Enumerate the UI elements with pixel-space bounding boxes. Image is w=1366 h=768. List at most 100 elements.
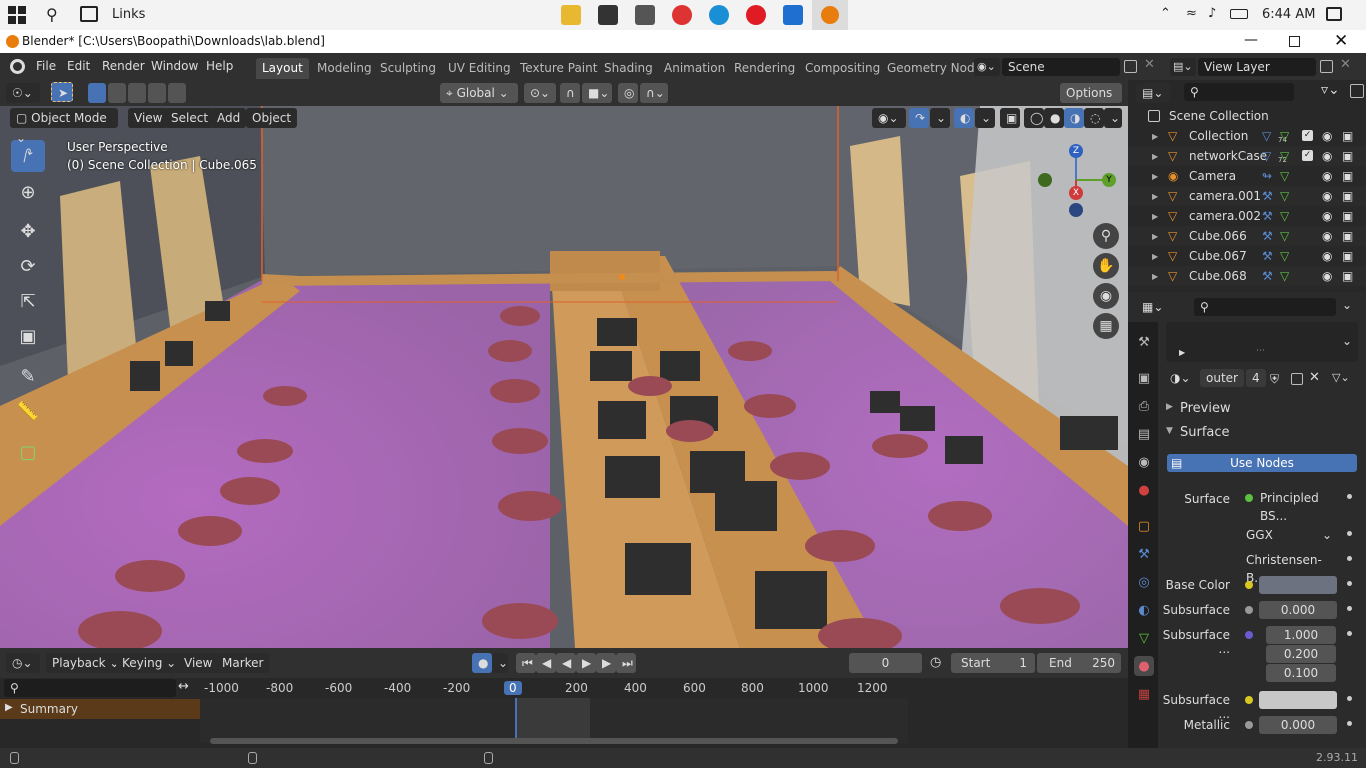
preview-range-icon[interactable]: ◷ [930,655,941,670]
wireframe-shading[interactable]: ◯ [1024,108,1044,128]
outliner-item[interactable]: ▶ ◉ Camera ↬ ▽ ◉ ▣ [1128,166,1366,186]
tab-uv-editing[interactable]: UV Editing [442,58,517,79]
subsurface-color-socket[interactable] [1245,696,1253,704]
expand-triangle-icon[interactable]: ▶ [1152,187,1158,207]
add-cube-tool[interactable]: ▢ [11,436,45,468]
camera-render-icon[interactable]: ▣ [1342,146,1353,166]
chevron-up-icon[interactable]: ⌃ [1160,6,1171,21]
expand-triangle-icon[interactable]: ▶ [1152,147,1158,167]
current-frame-field[interactable]: 0 [849,653,922,673]
volume-icon[interactable]: ♪ [1208,6,1216,21]
menu-select[interactable]: Select [165,108,215,128]
edge-icon[interactable] [709,5,729,25]
tab-rendering[interactable]: Rendering [728,58,801,79]
menu-file[interactable]: File [36,59,56,73]
keyframe-dot-icon[interactable] [1347,556,1352,561]
store-icon[interactable] [598,5,618,25]
subsurface-color-swatch[interactable] [1259,691,1337,709]
eye-visibility-icon[interactable]: ◉ [1322,266,1332,286]
tab-modeling[interactable]: Modeling [311,58,378,79]
menu-object[interactable]: Object [246,108,298,128]
menu-playback[interactable]: Playback ⌄ [46,653,126,673]
new-scene-icon[interactable] [1124,60,1137,73]
scale-tool[interactable]: ⇱ [11,285,45,317]
solid-shading[interactable]: ● [1044,108,1064,128]
properties-search-input[interactable]: ⚲ [1194,298,1336,316]
menu-keying[interactable]: Keying ⌄ [116,653,183,673]
eye-visibility-icon[interactable]: ◉ [1322,226,1332,246]
new-view-layer-icon[interactable] [1320,60,1333,73]
expand-triangle-icon[interactable]: ▶ [1152,127,1158,147]
timeline-editor-type[interactable]: ◷⌄ [6,653,40,673]
chrome-icon[interactable] [672,5,692,25]
grid-ortho-icon[interactable]: ▦ [1093,313,1119,339]
camera-render-icon[interactable]: ▣ [1342,206,1353,226]
outliner-item[interactable]: ▶ ▽ Cube.067 ⚒ ▽ ◉ ▣ [1128,246,1366,266]
blender-logo-icon[interactable] [10,59,25,74]
tab-animation[interactable]: Animation [658,58,731,79]
material-tab-icon[interactable]: ● [1134,656,1154,676]
expand-triangle-icon[interactable]: ▶ [1152,227,1158,247]
camera-render-icon[interactable]: ▣ [1342,126,1353,146]
world-tab-icon[interactable]: ● [1134,480,1154,500]
physics-tab-icon[interactable]: ◐ [1134,600,1154,620]
transform-orientation-dropdown[interactable]: ⌖ Global ⌄ [440,83,518,103]
surface-shader-dropdown[interactable]: Principled BS... [1238,489,1336,523]
subsurface-method-dropdown[interactable]: Christensen-B...⌄ [1238,551,1336,585]
zoom-icon[interactable]: ⚲ [1093,223,1119,249]
clock[interactable]: 6:44 AM [1262,7,1315,22]
keyframe-dot-icon[interactable] [1347,494,1352,499]
modifier-tab-icon[interactable]: ⚒ [1134,544,1154,564]
keyframe-area[interactable] [200,698,908,743]
menu-view[interactable]: View [128,108,169,128]
snap-toggle[interactable]: ∩ [560,83,580,103]
outliner-item[interactable]: ▶ ▽ Cube.068 ⚒ ▽ ◉ ▣ [1128,266,1366,286]
properties-editor-type[interactable]: ▦⌄ [1136,297,1170,317]
visibility-dropdown[interactable]: ◉⌄ [872,108,906,128]
camera-render-icon[interactable]: ▣ [1342,246,1353,266]
use-nodes-button[interactable]: ▤ Use Nodes [1167,454,1357,472]
tool-tab-icon[interactable]: ⚒ [1134,332,1154,352]
eye-visibility-icon[interactable]: ◉ [1322,146,1332,166]
select-invert-icon[interactable] [148,83,166,103]
surface-panel-header[interactable]: ▼ Surface [1164,422,1364,442]
mail-icon[interactable] [635,5,655,25]
view-layer-tab-icon[interactable]: ▤ [1134,424,1154,444]
expand-triangle-icon[interactable]: ▶ [1152,207,1158,227]
eye-visibility-icon[interactable]: ◉ [1322,246,1332,266]
camera-render-icon[interactable]: ▣ [1342,186,1353,206]
mode-dropdown[interactable]: ▢ Object Mode ⌄ [10,108,118,145]
rendered-shading[interactable]: ◌ [1084,108,1104,128]
tab-sculpting[interactable]: Sculpting [374,58,442,79]
timeline-scrollbar[interactable] [210,738,898,744]
material-browse-button[interactable]: ◑⌄ [1166,368,1198,388]
distribution-dropdown[interactable]: GGX ⌄ [1238,526,1336,544]
play-button[interactable]: ▶ [576,653,596,673]
gizmo-toggle[interactable]: ↷ [909,108,929,128]
select-subtract-icon[interactable] [128,83,146,103]
particles-tab-icon[interactable]: ◎ [1134,572,1154,592]
gizmo-y-axis[interactable]: Y [1102,173,1116,187]
scene-tab-icon[interactable]: ◉ [1134,452,1154,472]
hand-pan-icon[interactable]: ✋ [1093,253,1119,279]
keyframe-dot-icon[interactable] [1347,581,1352,586]
restore-button[interactable] [1289,36,1300,47]
keying-dropdown[interactable]: ⌄ [492,653,508,673]
expand-triangle-icon[interactable]: ▶ [1152,247,1158,267]
camera-render-icon[interactable]: ▣ [1342,226,1353,246]
timeline-search-input[interactable]: ⚲ [4,679,176,697]
select-intersect-icon[interactable] [168,83,186,103]
scene-icon[interactable]: ◉⌄ [974,58,1000,76]
menu-marker[interactable]: Marker [216,653,270,673]
keyframe-dot-icon[interactable] [1347,606,1352,611]
metallic-value-field[interactable]: 0.000 [1259,716,1337,734]
next-keyframe-button[interactable]: ▶ [596,653,616,673]
subsurface-radius-socket[interactable] [1245,631,1253,639]
windows-start-icon[interactable] [8,6,26,24]
subsurface-value-field[interactable]: 0.000 [1259,601,1337,619]
keyframe-dot-icon[interactable] [1347,696,1352,701]
subsurface-radius-x[interactable]: 1.000 [1266,626,1336,644]
link-dropdown[interactable]: ▽⌄ [1328,369,1360,387]
expand-triangle-icon[interactable]: ▶ [1152,267,1158,287]
outliner-item[interactable]: ▶ ▽ Cube.066 ⚒ ▽ ◉ ▣ [1128,226,1366,246]
